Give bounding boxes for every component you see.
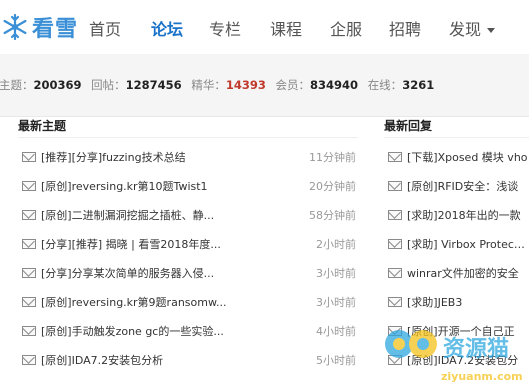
reply-row[interactable]: [求助] Virbox Protector bbox=[388, 229, 529, 258]
topics-count: 200369 bbox=[33, 78, 82, 92]
topic-time: 4小时前 bbox=[316, 324, 356, 338]
nav-jobs[interactable]: 招聘 bbox=[389, 16, 421, 40]
topic-time: 58分钟前 bbox=[309, 208, 356, 222]
topic-title[interactable]: [原创]二进制漏洞挖掘之插桩、静... bbox=[41, 207, 214, 223]
reply-title[interactable]: [求助]JEB3 bbox=[407, 294, 462, 310]
reply-row[interactable]: [原创]IDA7.2安装包分 bbox=[388, 345, 529, 374]
reply-row[interactable]: [下载]Xposed 模块 vho bbox=[388, 142, 529, 171]
mail-icon bbox=[22, 180, 36, 191]
reply-title[interactable]: [求助] Virbox Protector bbox=[407, 236, 529, 252]
mail-icon bbox=[388, 151, 402, 162]
reply-title[interactable]: [下载]Xposed 模块 vho bbox=[407, 149, 528, 165]
nav-discover[interactable]: 发现 bbox=[449, 16, 496, 40]
top-nav: 看雪 首页 论坛 专栏 课程 企服 招聘 发现 bbox=[0, 0, 529, 55]
reply-title[interactable]: [原创]IDA7.2安装包分 bbox=[407, 352, 518, 368]
chevron-down-icon bbox=[487, 28, 496, 33]
topic-title[interactable]: [原创]reversing.kr第10题Twist1 bbox=[41, 178, 208, 194]
nav-forum[interactable]: 论坛 bbox=[151, 16, 183, 40]
latest-topics-divider bbox=[18, 137, 358, 138]
topic-time: 20分钟前 bbox=[309, 179, 356, 193]
reply-row[interactable]: [求助]JEB3 bbox=[388, 287, 529, 316]
topic-time: 3小时前 bbox=[316, 295, 356, 309]
reply-title[interactable]: [原创]RFID安全：浅谈 bbox=[407, 178, 518, 194]
reply-title[interactable]: [求助]2018年出的一款 bbox=[407, 207, 521, 223]
nav-enterprise[interactable]: 企服 bbox=[330, 16, 362, 40]
latest-replies-title: 最新回复 bbox=[384, 119, 433, 133]
replies-count: 1287456 bbox=[125, 78, 182, 92]
topic-title[interactable]: [原创]手动触发zone gc的一些实验... bbox=[41, 323, 224, 339]
topic-row[interactable]: [分享]分享某次简单的服务器入侵... 3小时前 bbox=[22, 258, 358, 287]
mail-icon bbox=[22, 151, 36, 162]
mail-icon bbox=[388, 354, 402, 365]
topic-row[interactable]: [推荐][分享]fuzzing技术总结 11分钟前 bbox=[22, 142, 358, 171]
reply-row[interactable]: [原创]RFID安全：浅谈 bbox=[388, 171, 529, 200]
featured-count: 14393 bbox=[225, 78, 266, 92]
nav-course[interactable]: 课程 bbox=[270, 16, 302, 40]
mail-icon bbox=[388, 209, 402, 220]
mail-icon bbox=[22, 238, 36, 249]
mail-icon bbox=[388, 180, 402, 191]
topic-title[interactable]: [原创]reversing.kr第9题ransomw... bbox=[41, 294, 226, 310]
nav-discover-label: 发现 bbox=[449, 20, 482, 39]
brand-name: 看雪 bbox=[32, 17, 79, 42]
topic-title[interactable]: [推荐][分享]fuzzing技术总结 bbox=[41, 149, 186, 165]
mail-icon bbox=[388, 296, 402, 307]
stats-line: 主题：200369 回帖：1287456 精华：14393 会员：834940 … bbox=[0, 77, 440, 93]
nav-column[interactable]: 专栏 bbox=[209, 16, 241, 40]
mail-icon bbox=[22, 325, 36, 336]
topic-row[interactable]: [分享][推荐] 揭晓 | 看雪2018年度... 2小时前 bbox=[22, 229, 358, 258]
topic-time: 2小时前 bbox=[316, 237, 356, 251]
reply-row[interactable]: [原创]开源一个自己正 bbox=[388, 316, 529, 345]
topic-title[interactable]: [原创]IDA7.2安装包分析 bbox=[41, 352, 163, 368]
topic-row[interactable]: [原创]reversing.kr第9题ransomw... 3小时前 bbox=[22, 287, 358, 316]
topic-time: 5小时前 bbox=[316, 353, 356, 367]
topics-label: 主题： bbox=[0, 78, 34, 92]
featured-label: 精华： bbox=[191, 78, 226, 92]
topic-row[interactable]: [原创]二进制漏洞挖掘之插桩、静... 58分钟前 bbox=[22, 200, 358, 229]
latest-topics-title: 最新主题 bbox=[18, 119, 67, 133]
topic-row[interactable]: [原创]手动触发zone gc的一些实验... 4小时前 bbox=[22, 316, 358, 345]
mail-icon bbox=[388, 238, 402, 249]
reply-title[interactable]: winrar文件加密的安全 bbox=[407, 265, 519, 281]
replies-label: 回帖： bbox=[91, 78, 126, 92]
latest-replies-divider bbox=[384, 137, 529, 138]
members-label: 会员： bbox=[275, 78, 311, 92]
mail-icon bbox=[388, 267, 402, 278]
mail-icon bbox=[22, 209, 36, 220]
brand-logo[interactable]: 看雪 bbox=[0, 10, 78, 44]
mail-icon bbox=[22, 354, 36, 365]
mail-icon bbox=[22, 296, 36, 307]
reply-row[interactable]: [求助]2018年出的一款 bbox=[388, 200, 529, 229]
topic-time: 3小时前 bbox=[316, 266, 356, 280]
mail-icon bbox=[388, 325, 402, 336]
reply-title[interactable]: [原创]开源一个自己正 bbox=[407, 323, 515, 339]
online-label: 在线： bbox=[367, 78, 403, 92]
mail-icon bbox=[22, 267, 36, 278]
topic-time: 11分钟前 bbox=[309, 150, 356, 164]
topic-row[interactable]: [原创]reversing.kr第10题Twist1 20分钟前 bbox=[22, 171, 358, 200]
topic-title[interactable]: [分享]分享某次简单的服务器入侵... bbox=[41, 265, 214, 281]
topic-title[interactable]: [分享][推荐] 揭晓 | 看雪2018年度... bbox=[41, 236, 221, 252]
reply-row[interactable]: winrar文件加密的安全 bbox=[388, 258, 529, 287]
forum-stats: 主题：200369 回帖：1287456 精华：14393 会员：834940 … bbox=[0, 54, 529, 117]
nav-home[interactable]: 首页 bbox=[89, 16, 121, 40]
online-count: 3261 bbox=[402, 78, 435, 92]
snowflake-icon bbox=[3, 13, 27, 41]
members-count: 834940 bbox=[310, 78, 359, 92]
topic-row[interactable]: [原创]IDA7.2安装包分析 5小时前 bbox=[22, 345, 358, 374]
